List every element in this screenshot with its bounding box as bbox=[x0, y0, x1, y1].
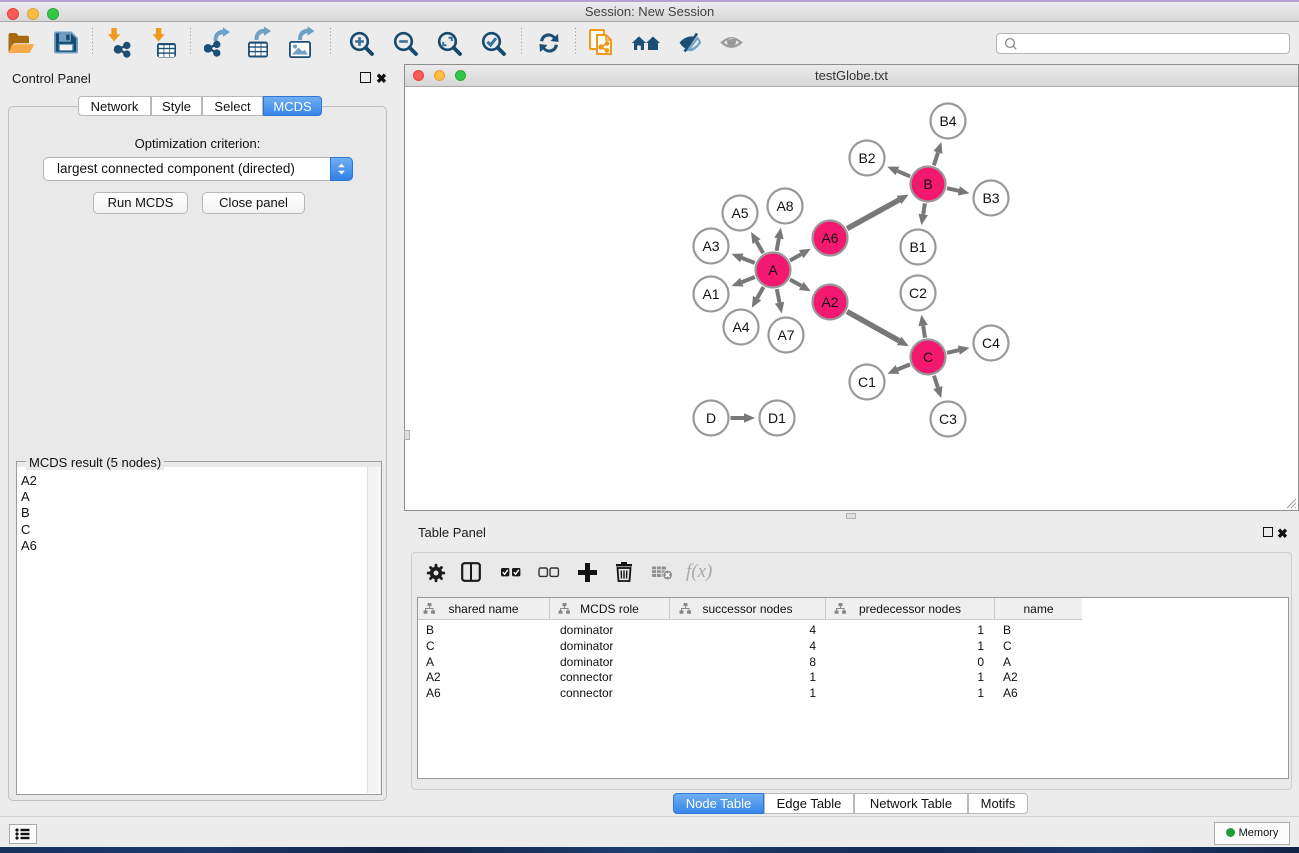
svg-text:C1: C1 bbox=[858, 374, 876, 390]
svg-text:C4: C4 bbox=[982, 335, 1000, 351]
svg-text:C2: C2 bbox=[909, 285, 927, 301]
svg-text:A8: A8 bbox=[776, 198, 793, 214]
svg-text:A7: A7 bbox=[777, 327, 794, 343]
svg-text:C: C bbox=[923, 349, 933, 365]
svg-text:A3: A3 bbox=[702, 238, 719, 254]
svg-text:A4: A4 bbox=[732, 319, 749, 335]
svg-text:A5: A5 bbox=[731, 205, 748, 221]
svg-text:B1: B1 bbox=[909, 239, 926, 255]
svg-text:B2: B2 bbox=[858, 150, 875, 166]
svg-text:B: B bbox=[923, 176, 932, 192]
svg-text:B4: B4 bbox=[939, 113, 956, 129]
svg-text:A1: A1 bbox=[702, 286, 719, 302]
svg-text:D: D bbox=[706, 410, 716, 426]
svg-text:D1: D1 bbox=[768, 410, 786, 426]
svg-text:B3: B3 bbox=[982, 190, 999, 206]
svg-text:A: A bbox=[768, 262, 778, 278]
svg-text:C3: C3 bbox=[939, 411, 957, 427]
svg-text:A6: A6 bbox=[821, 230, 838, 246]
svg-text:A2: A2 bbox=[821, 294, 838, 310]
